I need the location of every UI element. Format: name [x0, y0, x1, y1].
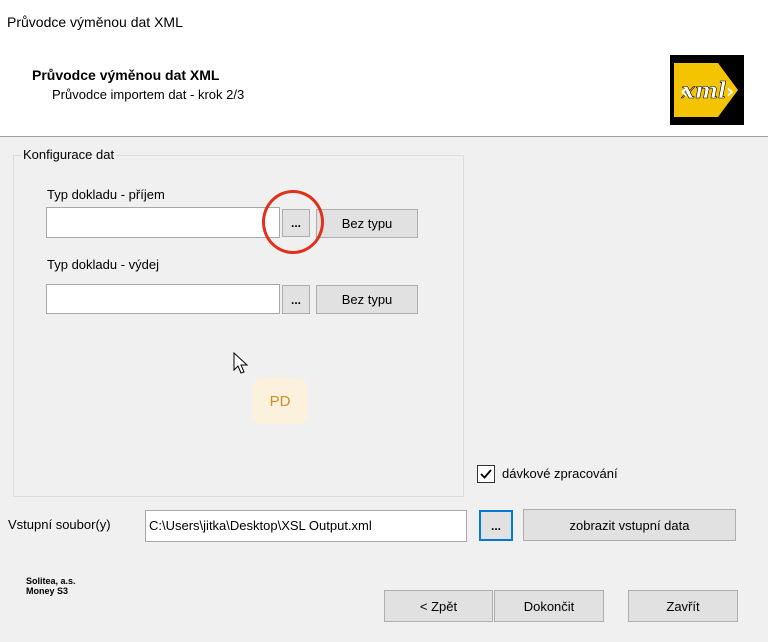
- issue-type-none-button[interactable]: Bez typu: [316, 285, 418, 314]
- wizard-header: Průvodce výměnou dat XML Průvodce import…: [0, 44, 768, 137]
- highlight-circle: [262, 190, 324, 254]
- input-file-browse-label: ...: [490, 518, 501, 533]
- company-name: Solitea, a.s.: [26, 576, 76, 586]
- company-info: Solitea, a.s. Money S3: [26, 576, 76, 596]
- svg-text:‹: ‹: [680, 79, 688, 103]
- wizard-title: Průvodce výměnou dat XML: [32, 67, 220, 83]
- batch-processing-label: dávkové zpracování: [502, 466, 618, 481]
- product-name: Money S3: [26, 586, 69, 596]
- issue-type-label: Typ dokladu - výdej: [47, 257, 160, 272]
- title-bar: Průvodce výměnou dat XML: [0, 0, 768, 44]
- input-file-label: Vstupní soubor(y): [8, 517, 111, 532]
- show-input-data-button[interactable]: zobrazit vstupní data: [523, 509, 736, 541]
- issue-browse-label: ...: [290, 292, 301, 307]
- wizard-subtitle: Průvodce importem dat - krok 2/3: [52, 87, 245, 102]
- svg-text:›: ›: [726, 79, 734, 103]
- pd-badge: PD: [252, 378, 308, 424]
- receipt-type-none-button[interactable]: Bez typu: [316, 209, 418, 238]
- input-file-browse-button[interactable]: ...: [479, 510, 513, 541]
- receipt-type-label: Typ dokladu - příjem: [47, 187, 165, 202]
- group-legend: Konfigurace dat: [21, 147, 117, 162]
- batch-processing-checkbox[interactable]: [477, 465, 495, 483]
- issue-type-browse-button[interactable]: ...: [282, 285, 310, 314]
- input-file-field[interactable]: C:\Users\jitka\Desktop\XSL Output.xml: [145, 510, 467, 542]
- checkmark-icon: [480, 469, 492, 479]
- window-title: Průvodce výměnou dat XML: [7, 14, 183, 30]
- receipt-type-input[interactable]: [46, 207, 280, 238]
- mouse-cursor-icon: [233, 352, 249, 374]
- issue-type-input[interactable]: [46, 284, 280, 314]
- xml-logo: xml ‹ ›: [670, 55, 744, 125]
- close-button[interactable]: Zavřít: [628, 590, 738, 622]
- back-button[interactable]: < Zpět: [384, 590, 493, 622]
- finish-button[interactable]: Dokončit: [494, 590, 604, 622]
